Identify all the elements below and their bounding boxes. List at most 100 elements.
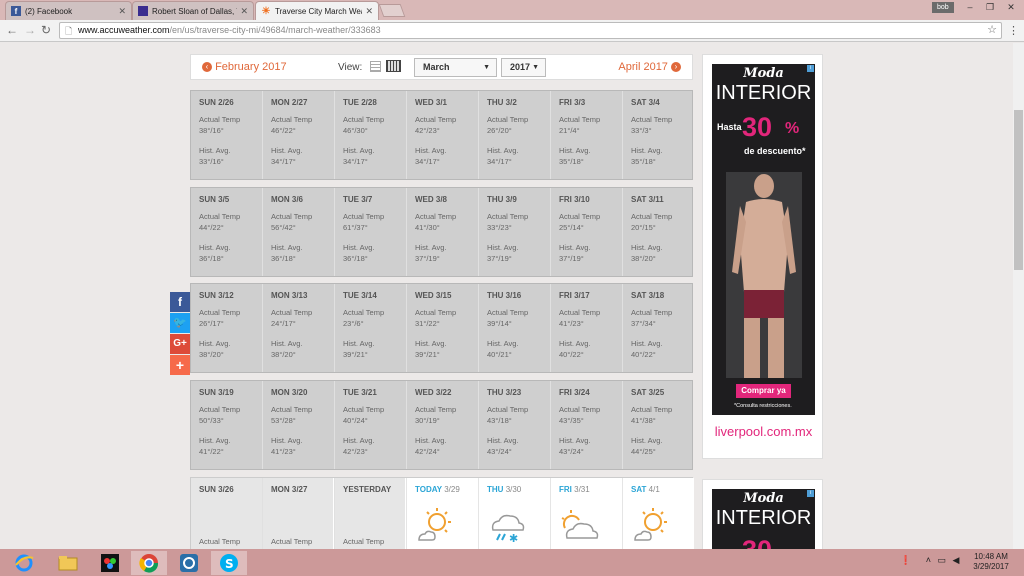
- actual-temp-value: 33°/3°: [631, 126, 652, 135]
- calendar-day[interactable]: TUE 3/7 Actual Temp 61°/37° Hist. Avg. 36°/1…: [334, 188, 406, 276]
- grid-view-icon[interactable]: [386, 60, 401, 72]
- actual-temp-value: 38°/16°: [199, 126, 224, 135]
- ad-percent-sign: %: [785, 120, 800, 137]
- advertisement[interactable]: i Moda INTERIOR 30: [702, 479, 823, 549]
- calendar-day[interactable]: THU 3/30 ✱: [478, 478, 550, 549]
- hist-avg-value: 35°/18°: [631, 157, 656, 166]
- google-plus-share-icon[interactable]: G+: [170, 334, 190, 354]
- calendar-day[interactable]: THU 3/2 Actual Temp 26°/20° Hist. Avg. 34°/1…: [478, 91, 550, 179]
- address-bar[interactable]: 🗋 www.accuweather.com/en/us/traverse-cit…: [59, 22, 1002, 39]
- calendar-day[interactable]: SAT 3/25 Actual Temp 41°/38° Hist. Avg. 44°/…: [622, 381, 694, 469]
- calendar-day[interactable]: YESTERDAY Actual Temp: [334, 478, 405, 549]
- calendar-day[interactable]: SAT 3/11 Actual Temp 20°/15° Hist. Avg. 38°/…: [622, 188, 694, 276]
- actual-temp-value: 41°/23°: [559, 319, 584, 328]
- bookmark-star-icon[interactable]: ☆: [987, 23, 997, 38]
- calendar-day[interactable]: FRI 3/17 Actual Temp 41°/23° Hist. Avg. 40°/…: [550, 284, 622, 372]
- calendar-day[interactable]: SUN 3/12 Actual Temp 26°/17° Hist. Avg. 38°/…: [191, 284, 263, 372]
- calendar-day[interactable]: MON 3/6 Actual Temp 56°/42° Hist. Avg. 36°/1…: [262, 188, 334, 276]
- back-icon[interactable]: ←: [6, 23, 18, 37]
- calendar-day[interactable]: WED 3/1 Actual Temp 42°/23° Hist. Avg. 34°/1…: [406, 91, 478, 179]
- actual-temp-label: Actual Temp: [559, 405, 601, 414]
- calendar-day[interactable]: SAT 3/4 Actual Temp 33°/3° Hist. Avg. 35°/18…: [622, 91, 694, 179]
- more-share-icon[interactable]: +: [170, 355, 190, 375]
- calendar-day[interactable]: WED 3/8 Actual Temp 41°/30° Hist. Avg. 37°/1…: [406, 188, 478, 276]
- calendar-day[interactable]: THU 3/23 Actual Temp 43°/18° Hist. Avg. 43°/…: [478, 381, 550, 469]
- hist-avg-label: Hist. Avg.: [559, 243, 591, 252]
- minimize-icon[interactable]: –: [960, 0, 980, 14]
- ad-banner[interactable]: i Moda INTERIOR Hasta 30 % de descuento*…: [712, 64, 815, 449]
- calendar-day[interactable]: SAT 3/18 Actual Temp 37°/34° Hist. Avg. 40°/…: [622, 284, 694, 372]
- show-hidden-icons-icon[interactable]: ˄: [926, 555, 931, 565]
- calendar-day[interactable]: FRI 3/10 Actual Temp 25°/14° Hist. Avg. 37°/…: [550, 188, 622, 276]
- day-name: SAT 3/4: [631, 98, 660, 107]
- close-icon[interactable]: ✕: [118, 6, 126, 17]
- actual-temp-label: Actual Temp: [487, 308, 529, 317]
- page-content: ‹ February 2017 View: March ▼ 2017 ▼ Apr…: [0, 43, 1024, 549]
- day-name: THU 3/30: [487, 485, 522, 494]
- tab-robert-sloan[interactable]: Robert Sloan of Dallas, T ✕: [132, 1, 254, 20]
- window-close-icon[interactable]: ✕: [1000, 0, 1022, 14]
- tab-facebook[interactable]: f (2) Facebook ✕: [5, 1, 132, 20]
- file-explorer-icon[interactable]: [50, 551, 86, 575]
- hist-avg-value: 39°/21°: [415, 350, 440, 359]
- list-view-icon[interactable]: [370, 61, 381, 72]
- ad-store-logo[interactable]: liverpool.com.mx: [712, 415, 815, 449]
- internet-explorer-icon[interactable]: [6, 551, 42, 575]
- ad-banner[interactable]: i Moda INTERIOR 30: [712, 489, 815, 549]
- skype-icon[interactable]: S: [211, 551, 247, 575]
- twitter-share-icon[interactable]: 🐦: [170, 313, 190, 333]
- page-icon: [138, 6, 148, 16]
- network-icon[interactable]: ▭: [938, 555, 947, 565]
- advertisement[interactable]: i Moda INTERIOR Hasta 30 % de descuento*…: [702, 54, 823, 459]
- previous-month-link[interactable]: ‹ February 2017: [202, 61, 287, 73]
- taskbar-clock[interactable]: 10:48 AM 3/29/2017: [966, 552, 1016, 572]
- user-profile-badge[interactable]: bob: [932, 2, 954, 13]
- calendar-day[interactable]: MON 3/27 Actual Temp: [262, 478, 333, 549]
- calendar-day[interactable]: TUE 3/14 Actual Temp 23°/6° Hist. Avg. 39°/2…: [334, 284, 406, 372]
- calendar-day[interactable]: THU 3/16 Actual Temp 39°/14° Hist. Avg. 40°/…: [478, 284, 550, 372]
- volume-icon[interactable]: ◀: [953, 555, 960, 565]
- close-icon[interactable]: ✕: [365, 6, 373, 17]
- calendar-day[interactable]: MON 2/27 Actual Temp 46°/22° Hist. Avg. 34°/…: [262, 91, 334, 179]
- calendar-day[interactable]: FRI 3/24 Actual Temp 43°/35° Hist. Avg. 43°/…: [550, 381, 622, 469]
- scrollbar-thumb[interactable]: [1014, 110, 1023, 270]
- calendar-day[interactable]: TUE 2/28 Actual Temp 46°/30° Hist. Avg. 34°/…: [334, 91, 406, 179]
- calendar-day[interactable]: THU 3/9 Actual Temp 33°/23° Hist. Avg. 37°/1…: [478, 188, 550, 276]
- calendar-day[interactable]: WED 3/22 Actual Temp 30°/19° Hist. Avg. 42°/…: [406, 381, 478, 469]
- day-name: FRI 3/10: [559, 195, 590, 204]
- restore-icon[interactable]: ❐: [980, 0, 1000, 14]
- facebook-share-icon[interactable]: f: [170, 292, 190, 312]
- calendar-day[interactable]: FRI 3/31: [550, 478, 622, 549]
- alert-icon[interactable]: ❗: [900, 555, 911, 565]
- reload-icon[interactable]: ↻: [41, 23, 51, 37]
- forward-icon[interactable]: →: [24, 23, 36, 37]
- media-app-icon[interactable]: [92, 551, 128, 575]
- calendar-day[interactable]: FRI 3/3 Actual Temp 21°/4° Hist. Avg. 35°/18…: [550, 91, 622, 179]
- hist-avg-label: Hist. Avg.: [415, 243, 447, 252]
- month-select[interactable]: March ▼: [414, 58, 497, 77]
- calendar-day[interactable]: SUN 3/19 Actual Temp 50°/33° Hist. Avg. 41°/…: [191, 381, 263, 469]
- calendar-day[interactable]: TUE 3/21 Actual Temp 40°/24° Hist. Avg. 42°/…: [334, 381, 406, 469]
- page-info-icon[interactable]: 🗋: [65, 24, 72, 39]
- calendar-day[interactable]: MON 3/20 Actual Temp 53°/28° Hist. Avg. 41°/…: [262, 381, 334, 469]
- calendar-day[interactable]: SUN 3/26 Actual Temp: [191, 478, 262, 549]
- actual-temp-value: 61°/37°: [343, 223, 368, 232]
- chrome-icon[interactable]: [131, 551, 167, 575]
- close-icon[interactable]: ✕: [240, 6, 248, 17]
- ad-cta-button[interactable]: Comprar ya: [736, 384, 791, 398]
- calendar-day[interactable]: MON 3/13 Actual Temp 24°/17° Hist. Avg. 38°/…: [262, 284, 334, 372]
- year-select[interactable]: 2017 ▼: [501, 58, 546, 77]
- calendar-day[interactable]: SAT 4/1: [622, 478, 694, 549]
- browser-menu-icon[interactable]: ⋮: [1008, 24, 1019, 37]
- calendar-day-today[interactable]: TODAY 3/29: [406, 478, 478, 549]
- calendar-day[interactable]: SUN 3/5 Actual Temp 44°/22° Hist. Avg. 36°/1…: [191, 188, 263, 276]
- actual-temp-value: 56°/42°: [271, 223, 296, 232]
- hist-avg-value: 38°/20°: [199, 350, 224, 359]
- hist-avg-label: Hist. Avg.: [199, 339, 231, 348]
- calendar-day[interactable]: WED 3/15 Actual Temp 31°/22° Hist. Avg. 39°/…: [406, 284, 478, 372]
- tab-accuweather[interactable]: ☀ Traverse City March Wea ✕: [255, 1, 379, 20]
- next-month-link[interactable]: April 2017 ›: [618, 61, 681, 73]
- new-tab-button[interactable]: [378, 4, 406, 17]
- calendar-day[interactable]: SUN 2/26 Actual Temp 38°/16° Hist. Avg. 33°/…: [191, 91, 263, 179]
- app-icon[interactable]: [171, 551, 207, 575]
